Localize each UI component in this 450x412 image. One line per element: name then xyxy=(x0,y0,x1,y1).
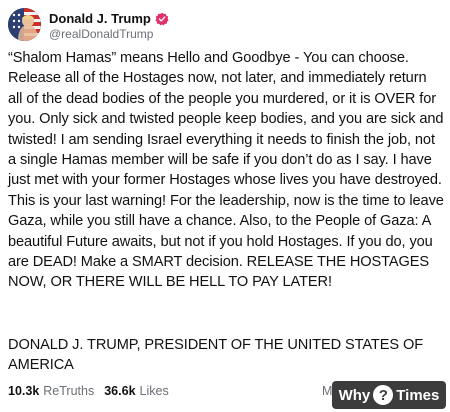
partial-stat-text: M xyxy=(322,384,333,398)
watermark-logo: Why ? Times xyxy=(332,381,446,409)
likes-count[interactable]: 36.6k xyxy=(104,384,135,398)
profile-names: Donald J. Trump @realDonaldTrump xyxy=(49,11,169,41)
watermark-left: Why xyxy=(338,386,371,404)
question-mark-icon: ? xyxy=(373,385,394,405)
handle[interactable]: @realDonaldTrump xyxy=(49,27,169,41)
post-signature: DONALD J. TRUMP, PRESIDENT OF THE UNITED… xyxy=(8,337,424,374)
likes-label[interactable]: Likes xyxy=(140,384,169,398)
name-row: Donald J. Trump xyxy=(49,11,169,26)
retruths-count[interactable]: 10.3k xyxy=(8,384,39,398)
display-name[interactable]: Donald J. Trump xyxy=(49,11,151,26)
verified-badge-icon xyxy=(155,12,169,25)
retruths-label[interactable]: ReTruths xyxy=(43,384,94,398)
avatar[interactable] xyxy=(8,8,41,41)
post-header: Donald J. Trump @realDonaldTrump xyxy=(8,8,169,41)
watermark-right: Times xyxy=(396,386,440,404)
post-body: “Shalom Hamas” means Hello and Goodbye -… xyxy=(8,48,444,293)
post-stats: 10.3k ReTruths 36.6k Likes xyxy=(8,384,179,398)
flag-avatar-image xyxy=(8,8,41,41)
post-text: “Shalom Hamas” means Hello and Goodbye -… xyxy=(8,50,444,291)
